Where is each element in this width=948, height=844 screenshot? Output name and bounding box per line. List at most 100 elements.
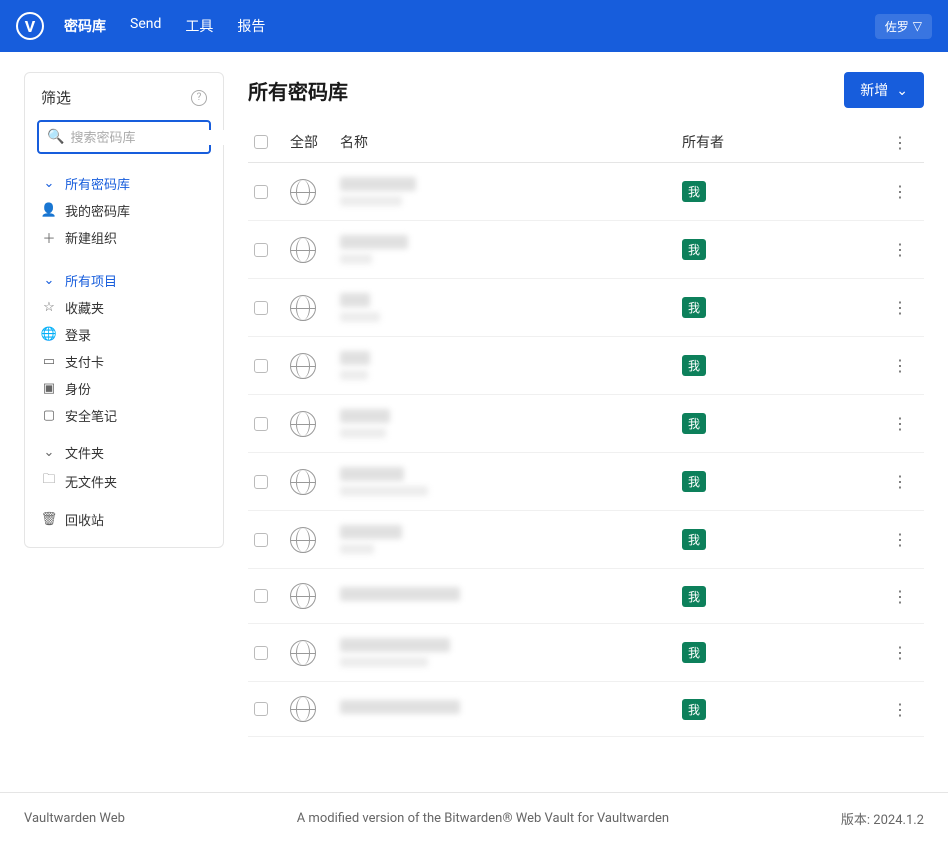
column-all[interactable]: 全部 <box>290 132 340 152</box>
globe-icon <box>290 411 316 437</box>
sidebar-folders[interactable]: ⌄ 文件夹 <box>39 439 209 466</box>
user-icon: 👤 <box>41 203 57 218</box>
table-header: 全部 名称 所有者 ⋮ <box>248 122 924 163</box>
item-name-cell[interactable] <box>340 467 682 496</box>
help-icon[interactable]: ? <box>191 90 207 106</box>
item-subtitle <box>340 254 372 264</box>
search-input[interactable] <box>70 130 246 145</box>
row-menu-icon[interactable]: ⋮ <box>882 472 918 491</box>
search-box[interactable]: 🔍 <box>37 120 211 154</box>
table-row: 我 ⋮ <box>248 453 924 511</box>
row-menu-icon[interactable]: ⋮ <box>882 414 918 433</box>
filter-title: 筛选 <box>41 87 71 108</box>
sidebar-no-folder[interactable]: 🗀 无文件夹 <box>39 466 209 496</box>
row-checkbox[interactable] <box>254 359 268 373</box>
item-name-cell[interactable] <box>340 409 682 438</box>
sidebar-identity[interactable]: ▣ 身份 <box>39 375 209 402</box>
row-checkbox[interactable] <box>254 185 268 199</box>
identity-icon: ▣ <box>41 381 57 396</box>
item-name <box>340 700 460 714</box>
sidebar: 筛选 ? 🔍 ⌄ 所有密码库 👤 我的密码库 ＋ 新建组织 <box>24 72 224 548</box>
item-name-cell[interactable] <box>340 235 682 264</box>
row-menu-icon[interactable]: ⋮ <box>882 182 918 201</box>
header-menu-icon[interactable]: ⋮ <box>882 133 918 152</box>
sidebar-favorites[interactable]: ☆ 收藏夹 <box>39 294 209 321</box>
filter-header: 筛选 ? <box>25 73 223 120</box>
globe-icon <box>290 179 316 205</box>
row-checkbox[interactable] <box>254 301 268 315</box>
item-name-cell[interactable] <box>340 177 682 206</box>
item-name-cell[interactable] <box>340 700 682 719</box>
item-name <box>340 293 370 307</box>
row-checkbox[interactable] <box>254 702 268 716</box>
item-name <box>340 409 390 423</box>
row-checkbox[interactable] <box>254 243 268 257</box>
table-row: 我 ⋮ <box>248 337 924 395</box>
nav-vault[interactable]: 密码库 <box>64 16 106 36</box>
item-name-cell[interactable] <box>340 525 682 554</box>
select-all-checkbox[interactable] <box>254 135 268 149</box>
row-checkbox[interactable] <box>254 475 268 489</box>
owner-badge: 我 <box>682 529 706 550</box>
sidebar-login[interactable]: 🌐 登录 <box>39 321 209 348</box>
sidebar-my-vault[interactable]: 👤 我的密码库 <box>39 197 209 224</box>
column-name[interactable]: 名称 <box>340 132 682 152</box>
row-menu-icon[interactable]: ⋮ <box>882 298 918 317</box>
item-subtitle <box>340 428 386 438</box>
sidebar-new-org[interactable]: ＋ 新建组织 <box>39 224 209 251</box>
sidebar-note[interactable]: ▢ 安全笔记 <box>39 402 209 429</box>
nav-send[interactable]: Send <box>130 16 161 36</box>
row-menu-icon[interactable]: ⋮ <box>882 700 918 719</box>
item-name-cell[interactable] <box>340 351 682 380</box>
globe-icon <box>290 527 316 553</box>
sidebar-trash[interactable]: 🗑 回收站 <box>39 506 209 533</box>
top-navigation: V 密码库 Send 工具 报告 佐罗 ▽ <box>0 0 948 52</box>
item-name <box>340 525 402 539</box>
star-icon: ☆ <box>41 300 57 315</box>
sidebar-all-vaults[interactable]: ⌄ 所有密码库 <box>39 170 209 197</box>
table-row: 我 ⋮ <box>248 624 924 682</box>
table-row: 我 ⋮ <box>248 163 924 221</box>
item-subtitle <box>340 312 380 322</box>
row-menu-icon[interactable]: ⋮ <box>882 530 918 549</box>
item-subtitle <box>340 486 428 496</box>
item-subtitle <box>340 196 402 206</box>
row-checkbox[interactable] <box>254 417 268 431</box>
chevron-down-icon: ⌄ <box>896 82 908 99</box>
globe-icon <box>290 353 316 379</box>
footer-right: 版本: 2024.1.2 <box>841 809 924 828</box>
nav-tools[interactable]: 工具 <box>185 16 213 36</box>
owner-badge: 我 <box>682 355 706 376</box>
item-name-cell[interactable] <box>340 638 682 667</box>
row-menu-icon[interactable]: ⋮ <box>882 587 918 606</box>
logo-icon[interactable]: V <box>16 12 44 40</box>
search-icon: 🔍 <box>47 129 64 145</box>
row-menu-icon[interactable]: ⋮ <box>882 240 918 259</box>
footer: Vaultwarden Web A modified version of th… <box>0 792 948 844</box>
row-menu-icon[interactable]: ⋮ <box>882 643 918 662</box>
nav-reports[interactable]: 报告 <box>237 16 265 36</box>
item-name <box>340 235 408 249</box>
note-icon: ▢ <box>41 408 57 423</box>
column-owner[interactable]: 所有者 <box>682 132 882 152</box>
row-checkbox[interactable] <box>254 646 268 660</box>
item-name <box>340 177 416 191</box>
globe-icon <box>290 469 316 495</box>
row-checkbox[interactable] <box>254 589 268 603</box>
row-checkbox[interactable] <box>254 533 268 547</box>
item-name <box>340 467 404 481</box>
item-name-cell[interactable] <box>340 293 682 322</box>
user-menu[interactable]: 佐罗 ▽ <box>875 14 932 39</box>
chevron-down-icon: ⌄ <box>41 176 57 191</box>
row-menu-icon[interactable]: ⋮ <box>882 356 918 375</box>
chevron-down-icon: ⌄ <box>41 273 57 288</box>
sidebar-card[interactable]: ▭ 支付卡 <box>39 348 209 375</box>
globe-icon <box>290 583 316 609</box>
footer-left: Vaultwarden Web <box>24 811 125 826</box>
globe-icon <box>290 237 316 263</box>
content-header: 所有密码库 新增 ⌄ <box>248 72 924 108</box>
new-button[interactable]: 新增 ⌄ <box>844 72 924 108</box>
item-name-cell[interactable] <box>340 587 682 606</box>
owner-badge: 我 <box>682 642 706 663</box>
sidebar-all-items[interactable]: ⌄ 所有项目 <box>39 267 209 294</box>
